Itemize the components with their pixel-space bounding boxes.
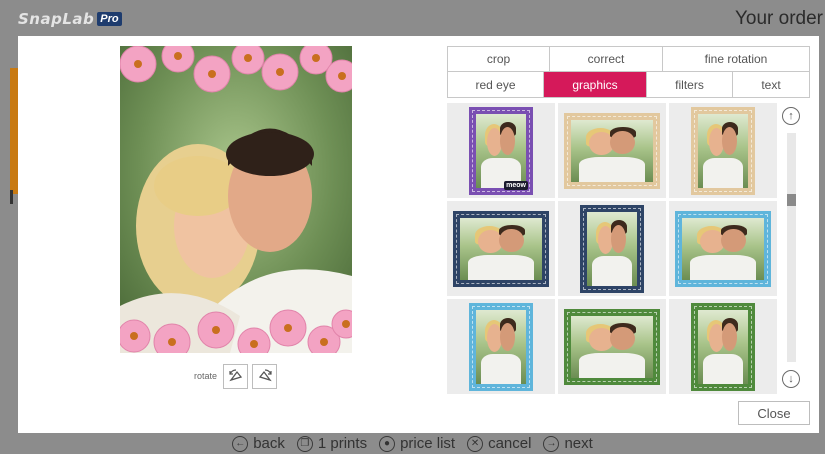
frame-thumbnail [469,302,533,391]
frame-thumbnail [675,210,771,287]
scrollbar-thumb[interactable] [787,193,796,206]
app-logo: SnapLab Pro [18,10,122,28]
frame-thumbnail [453,210,549,287]
arrow-down-icon: ↓ [788,373,794,385]
graphics-grid: meow [447,103,777,394]
arrow-left-icon: ← [232,435,249,452]
backdrop-accent-dark [10,190,13,204]
price-list-label: price list [400,435,456,452]
tab-text[interactable]: text [733,72,809,97]
graphic-frame-option[interactable]: meow [447,103,555,198]
tab-row-top: crop correct fine rotation [448,47,809,72]
tab-graphics[interactable]: graphics [544,72,647,97]
graphic-frame-option[interactable] [558,103,666,198]
price-icon: ● [379,435,396,452]
x-icon: ✕ [467,435,484,452]
logo-badge: Pro [97,12,122,26]
frame-thumbnail [691,302,755,391]
tab-fine-rotation[interactable]: fine rotation [663,47,809,71]
rotate-left-button[interactable] [223,363,249,389]
tab-filters[interactable]: filters [647,72,733,97]
frame-thumbnail: meow [469,106,533,195]
graphic-frame-option[interactable] [447,201,555,296]
prints-label: 1 prints [317,435,368,452]
rotate-label: rotate [194,371,218,381]
graphic-frame-option[interactable] [558,299,666,394]
tab-row-bottom: red eye graphics filters text [448,72,809,97]
rotate-controls: rotate [194,363,278,389]
next-label: next [564,435,593,452]
scroll-up-button[interactable]: ↑ [782,107,800,125]
frame-thumbnail [564,308,660,385]
graphic-frame-option[interactable] [447,299,555,394]
frame-thumbnail [564,112,660,189]
photo-image [120,46,352,353]
graphic-frame-option[interactable] [669,103,777,198]
rotate-right-icon [258,369,272,382]
photo-preview [120,46,352,353]
frame-caption: meow [504,180,528,190]
close-button[interactable]: Close [738,401,810,425]
backdrop-accent [10,68,18,194]
frame-thumbnail [691,106,755,195]
prints-button[interactable]: ❐ 1 prints [296,435,368,452]
photo-editor-dialog: rotate crop correct fine rotation red eye g… [18,36,819,433]
rotate-left-icon [228,369,242,382]
price-list-button[interactable]: ● price list [379,435,455,452]
editor-tabs: crop correct fine rotation red eye graphics… [447,46,810,98]
bottom-nav: ← back ❐ 1 prints ● price list ✕ cancel … [0,433,825,454]
back-button[interactable]: ← back [232,435,285,452]
graphic-frame-option[interactable] [669,299,777,394]
next-button[interactable]: → next [543,435,593,452]
cancel-label: cancel [488,435,532,452]
scroll-down-button[interactable]: ↓ [782,370,800,388]
frame-thumbnail [580,204,644,293]
graphic-frame-option[interactable] [669,201,777,296]
top-bar: SnapLab Pro Your order [0,0,825,36]
arrow-right-icon: → [543,435,560,452]
back-label: back [253,435,285,452]
cancel-button[interactable]: ✕ cancel [467,435,531,452]
tab-crop[interactable]: crop [448,47,550,71]
rotate-right-button[interactable] [252,363,278,389]
tab-red-eye[interactable]: red eye [448,72,544,97]
scrollbar-track[interactable] [787,133,796,362]
arrow-up-icon: ↑ [788,110,794,122]
page-title: Your order [734,8,823,29]
logo-text: SnapLab [18,10,95,28]
graphic-frame-option[interactable] [558,201,666,296]
copies-icon: ❐ [296,435,313,452]
tab-correct[interactable]: correct [550,47,663,71]
